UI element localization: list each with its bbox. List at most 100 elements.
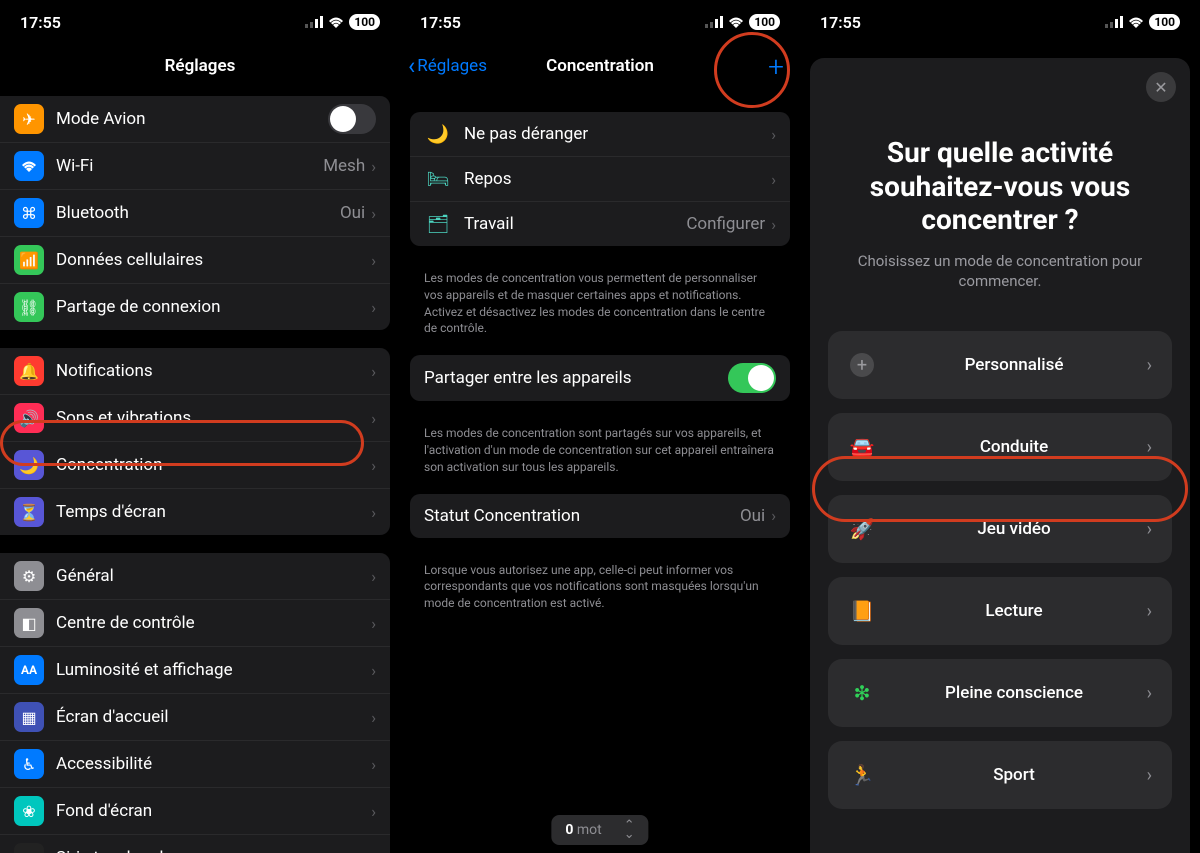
airplane-toggle[interactable] bbox=[328, 104, 376, 134]
brightness-icon: AA bbox=[14, 655, 44, 685]
gear-icon: ⚙︎ bbox=[14, 561, 44, 591]
focus-picker-screen: 17:55 100 ✕ Sur quelle activité souhaite… bbox=[800, 0, 1200, 853]
chevron-right-icon: › bbox=[371, 298, 376, 317]
airplane-mode-row[interactable]: ✈︎ Mode Avion bbox=[0, 96, 390, 142]
chevron-right-icon: › bbox=[371, 456, 376, 475]
screentime-row[interactable]: ⏳ Temps d'écran › bbox=[0, 488, 390, 535]
lotus-icon: ❇︎ bbox=[848, 681, 876, 705]
word-counter[interactable]: 0 mot ⌃⌄ bbox=[551, 815, 648, 845]
chevron-right-icon: › bbox=[771, 125, 776, 144]
notifications-row[interactable]: 🔔 Notifications › bbox=[0, 348, 390, 394]
battery-icon: 100 bbox=[1149, 14, 1180, 30]
chevron-right-icon: › bbox=[371, 802, 376, 821]
chevron-right-icon: › bbox=[771, 215, 776, 234]
status-time: 17:55 bbox=[820, 13, 861, 32]
focus-status-row[interactable]: Statut Concentration Oui › bbox=[410, 494, 790, 538]
chevron-right-icon: › bbox=[1147, 437, 1152, 458]
chevron-right-icon: › bbox=[371, 157, 376, 176]
chevron-right-icon: › bbox=[371, 251, 376, 270]
focus-option-gaming[interactable]: 🚀 Jeu vidéo › bbox=[828, 495, 1172, 563]
siri-icon: ◉ bbox=[14, 843, 44, 853]
accessibility-icon: ♿︎ bbox=[14, 749, 44, 779]
airplane-icon: ✈︎ bbox=[14, 104, 44, 134]
wallpaper-icon: ❀ bbox=[14, 796, 44, 826]
settings-group-general: ⚙︎ Général › ◧ Centre de contrôle › AA L… bbox=[0, 553, 390, 853]
chevron-right-icon: › bbox=[371, 849, 376, 853]
chevron-right-icon: › bbox=[1147, 355, 1152, 376]
status-time: 17:55 bbox=[20, 13, 61, 32]
sounds-row[interactable]: 🔊 Sons et vibrations › bbox=[0, 394, 390, 441]
wifi-row[interactable]: Wi-Fi Mesh › bbox=[0, 142, 390, 189]
chevron-right-icon: › bbox=[371, 204, 376, 223]
cellular-settings-icon: 📶 bbox=[14, 245, 44, 275]
control-center-icon: ◧ bbox=[14, 608, 44, 638]
work-row[interactable]: 🗂 Travail Configurer › bbox=[410, 201, 790, 246]
cellular-row[interactable]: 📶 Données cellulaires › bbox=[0, 236, 390, 283]
wifi-icon bbox=[728, 16, 744, 28]
chevron-right-icon: › bbox=[371, 755, 376, 774]
back-button[interactable]: ‹ Réglages bbox=[408, 52, 487, 80]
settings-group-network: ✈︎ Mode Avion Wi-Fi Mesh › ⌘ Bluetooth O… bbox=[0, 96, 390, 330]
status-bar: 17:55 100 bbox=[0, 0, 400, 44]
status-indicators: 100 bbox=[1105, 14, 1180, 30]
control-center-row[interactable]: ◧ Centre de contrôle › bbox=[0, 599, 390, 646]
sleep-row[interactable]: 🛏 Repos › bbox=[410, 156, 790, 201]
focus-option-driving[interactable]: 🚘 Conduite › bbox=[828, 413, 1172, 481]
stepper-icon[interactable]: ⌃⌄ bbox=[624, 821, 635, 839]
settings-header: Réglages bbox=[0, 44, 400, 88]
page-title: Concentration bbox=[546, 56, 654, 76]
sheet-title: Sur quelle activité souhaitez-vous vous … bbox=[838, 136, 1162, 237]
focus-option-custom[interactable]: + Personnalisé › bbox=[828, 331, 1172, 399]
share-devices-group: Partager entre les appareils bbox=[410, 355, 790, 401]
dnd-row[interactable]: 🌙 Ne pas déranger › bbox=[410, 112, 790, 156]
siri-row[interactable]: ◉ Siri et recherche › bbox=[0, 834, 390, 853]
status-indicators: 100 bbox=[305, 14, 380, 30]
concentration-row[interactable]: 🌙 Concentration › bbox=[0, 441, 390, 488]
bluetooth-icon: ⌘ bbox=[14, 198, 44, 228]
focus-option-fitness[interactable]: 🏃 Sport › bbox=[828, 741, 1172, 809]
screentime-icon: ⏳ bbox=[14, 497, 44, 527]
chevron-right-icon: › bbox=[1147, 683, 1152, 704]
general-row[interactable]: ⚙︎ Général › bbox=[0, 553, 390, 599]
status-bar: 17:55 100 bbox=[400, 0, 800, 44]
battery-icon: 100 bbox=[749, 14, 780, 30]
running-icon: 🏃 bbox=[848, 763, 876, 787]
focus-footer-2: Les modes de concentration sont partagés… bbox=[400, 419, 800, 493]
focus-header: ‹ Réglages Concentration + bbox=[400, 44, 800, 88]
settings-screen: 17:55 100 Réglages ✈︎ Mode Avion Wi-Fi M… bbox=[0, 0, 400, 853]
share-devices-row[interactable]: Partager entre les appareils bbox=[410, 355, 790, 401]
chevron-right-icon: › bbox=[1147, 765, 1152, 786]
chevron-right-icon: › bbox=[771, 506, 776, 525]
bluetooth-row[interactable]: ⌘ Bluetooth Oui › bbox=[0, 189, 390, 236]
add-focus-button[interactable]: + bbox=[768, 50, 784, 83]
chevron-right-icon: › bbox=[771, 170, 776, 189]
focus-option-reading[interactable]: 📙 Lecture › bbox=[828, 577, 1172, 645]
status-indicators: 100 bbox=[705, 14, 780, 30]
wifi-settings-icon bbox=[14, 151, 44, 181]
chevron-right-icon: › bbox=[371, 409, 376, 428]
close-button[interactable]: ✕ bbox=[1146, 72, 1176, 102]
brightness-row[interactable]: AA Luminosité et affichage › bbox=[0, 646, 390, 693]
homescreen-row[interactable]: ▦ Écran d'accueil › bbox=[0, 693, 390, 740]
focus-settings-screen: 17:55 100 ‹ Réglages Concentration + 🌙 N… bbox=[400, 0, 800, 853]
hotspot-icon: ⛓ bbox=[14, 292, 44, 322]
cellular-icon bbox=[705, 16, 723, 28]
chevron-right-icon: › bbox=[371, 503, 376, 522]
focus-option-mindfulness[interactable]: ❇︎ Pleine conscience › bbox=[828, 659, 1172, 727]
bed-icon: 🛏 bbox=[424, 165, 452, 193]
moon-icon: 🌙 bbox=[424, 120, 452, 148]
status-bar: 17:55 100 bbox=[800, 0, 1200, 44]
hotspot-row[interactable]: ⛓ Partage de connexion › bbox=[0, 283, 390, 330]
share-toggle[interactable] bbox=[728, 363, 776, 393]
accessibility-row[interactable]: ♿︎ Accessibilité › bbox=[0, 740, 390, 787]
sounds-icon: 🔊 bbox=[14, 403, 44, 433]
chevron-right-icon: › bbox=[371, 567, 376, 586]
briefcase-icon: 🗂 bbox=[424, 210, 452, 238]
focus-picker-sheet: ✕ Sur quelle activité souhaitez-vous vou… bbox=[810, 58, 1190, 853]
chevron-right-icon: › bbox=[371, 614, 376, 633]
wallpaper-row[interactable]: ❀ Fond d'écran › bbox=[0, 787, 390, 834]
battery-icon: 100 bbox=[349, 14, 380, 30]
wifi-icon bbox=[1128, 16, 1144, 28]
focus-footer-1: Les modes de concentration vous permette… bbox=[400, 264, 800, 355]
cellular-icon bbox=[305, 16, 323, 28]
